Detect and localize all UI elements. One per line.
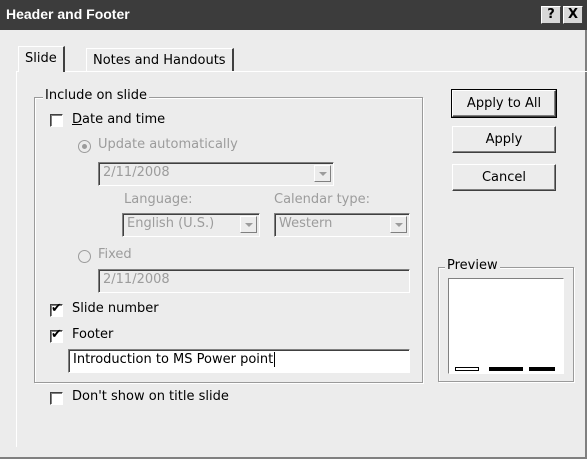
fixed-label: Fixed (98, 247, 132, 262)
footer-checkbox[interactable]: ✔ (50, 327, 63, 343)
cancel-button[interactable]: Cancel (452, 164, 556, 191)
fixed-radio[interactable] (78, 250, 91, 263)
tab-notes-label: Notes and Handouts (93, 53, 226, 68)
apply-to-all-button[interactable]: Apply to All (451, 89, 557, 118)
date-time-checkbox[interactable] (50, 114, 63, 127)
dont-show-title-slide-checkbox[interactable] (50, 392, 63, 405)
language-value: English (U.S.) (127, 216, 215, 231)
date-time-label: Date and time (72, 112, 166, 127)
header-footer-dialog: Header and Footer ? X Slide Notes and Ha… (0, 0, 587, 459)
close-button[interactable]: X (563, 6, 583, 24)
tab-slide-label: Slide (25, 51, 57, 66)
check-icon: ✔ (51, 301, 62, 316)
include-on-slide-legend: Include on slide (43, 88, 150, 103)
calendar-type-value: Western (279, 216, 333, 231)
calendar-type-label: Calendar type: (274, 192, 371, 207)
dropdown-arrow-icon[interactable] (390, 216, 407, 233)
tab-notes-and-handouts[interactable]: Notes and Handouts (86, 48, 234, 72)
preview-thumbnail (448, 278, 564, 374)
language-label: Language: (124, 192, 193, 207)
tab-slide[interactable]: Slide (18, 46, 65, 72)
title-bar: Header and Footer ? X (0, 0, 587, 30)
update-automatically-label: Update automatically (98, 137, 238, 152)
calendar-type-select[interactable]: Western (274, 213, 410, 237)
dropdown-arrow-icon[interactable] (314, 165, 331, 182)
language-select[interactable]: English (U.S.) (122, 213, 260, 237)
footer-text-input[interactable]: Introduction to MS Power point (68, 349, 410, 373)
apply-button[interactable]: Apply (452, 126, 556, 153)
slide-number-checkbox[interactable]: ✔ (50, 301, 63, 317)
footer-label: Footer (72, 327, 114, 342)
dropdown-arrow-icon[interactable] (240, 216, 257, 233)
help-button[interactable]: ? (541, 6, 561, 24)
check-icon: ✔ (51, 327, 62, 342)
dont-show-title-slide-label: Don't show on title slide (72, 389, 229, 404)
preview-number-area (529, 367, 555, 371)
preview-date-area (455, 367, 479, 371)
text-cursor (274, 352, 276, 367)
update-automatically-radio[interactable] (78, 140, 91, 153)
date-format-select[interactable]: 2/11/2008 (98, 162, 334, 186)
slide-number-label: Slide number (72, 301, 159, 316)
footer-text-value: Introduction to MS Power point (73, 352, 274, 367)
date-format-value: 2/11/2008 (103, 165, 170, 180)
date-time-label-rest: ate and time (82, 112, 166, 127)
preview-footer-area (489, 367, 523, 371)
fixed-date-value: 2/11/2008 (103, 272, 170, 287)
window-title: Header and Footer (6, 6, 130, 22)
preview-legend: Preview (445, 258, 500, 273)
fixed-date-input[interactable]: 2/11/2008 (98, 269, 410, 293)
radio-dot-icon (82, 144, 87, 149)
